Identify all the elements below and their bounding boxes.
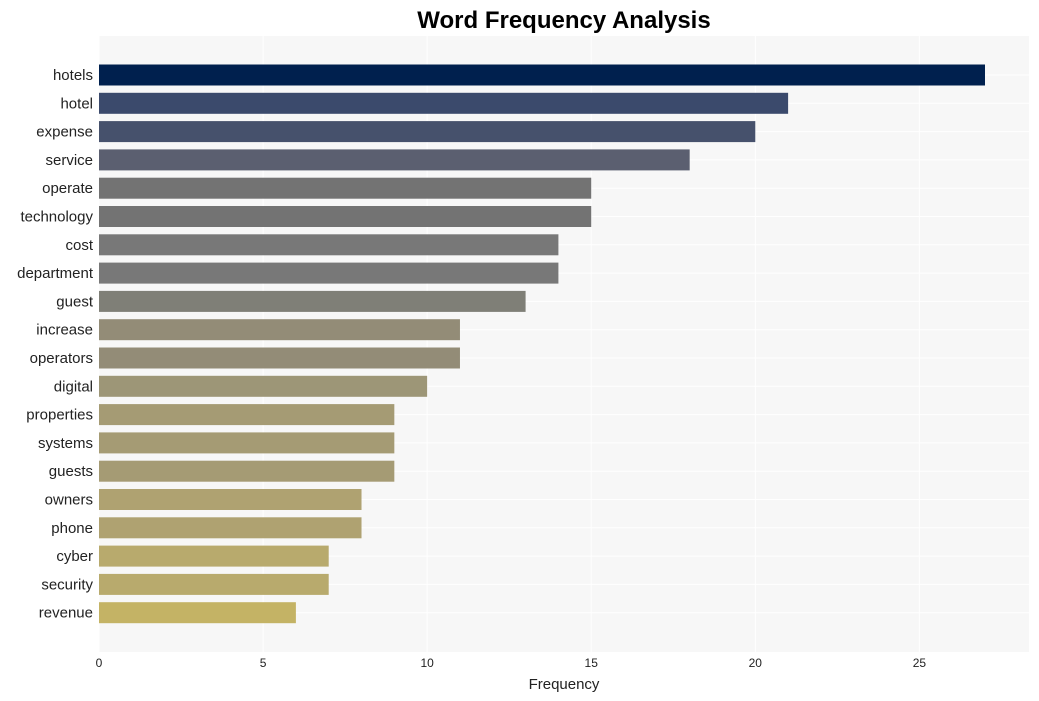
x-tick-label: 20 [749,656,763,670]
bar-properties [99,404,395,426]
y-label-guests: guests [49,463,93,480]
bar-digital [99,375,428,397]
bar-cost [99,234,559,256]
bar-owners [99,489,362,510]
y-label-security: security [41,576,93,593]
word-frequency-chart: hotels hotel expense service operate technolo… [17,7,1029,693]
chart-title: Word Frequency Analysis [417,7,710,34]
bar-increase [99,319,460,341]
y-label-digital: digital [54,378,93,395]
y-label-hotel: hotel [60,95,93,112]
bar-hotel [99,92,789,114]
y-label-technology: technology [20,209,93,226]
x-tick-label: 15 [585,656,599,670]
bar-department [99,262,559,284]
y-label-owners: owners [45,492,93,509]
y-label-operators: operators [30,350,93,367]
bar-expense [99,121,756,143]
x-tick-label: 10 [420,656,434,670]
y-label-expense: expense [36,124,93,141]
y-label-revenue: revenue [39,605,93,622]
bar-operate [99,177,592,199]
y-axis-labels: hotels hotel expense service operate technolo… [17,67,94,622]
y-label-cost: cost [65,237,93,254]
y-label-hotels: hotels [53,67,93,84]
bar-guest [99,290,526,312]
y-label-cyber: cyber [56,548,93,565]
y-label-phone: phone [51,520,93,537]
y-label-increase: increase [36,322,93,339]
bar-security [99,573,329,595]
bar-service [99,149,690,171]
y-label-operate: operate [42,180,93,197]
y-label-systems: systems [38,435,93,452]
bar-hotels [99,64,985,86]
x-axis-ticks: 0 5 10 15 20 25 [96,656,927,670]
y-label-properties: properties [26,407,93,424]
x-tick-label: 5 [260,656,267,670]
bar-operators [99,347,460,369]
y-label-guest: guest [56,293,94,310]
y-label-department: department [17,265,94,282]
y-label-service: service [45,152,93,169]
bar-guests [99,460,395,482]
x-tick-label: 25 [913,656,927,670]
bar-technology [99,206,592,227]
bar-cyber [99,545,329,567]
bar-phone [99,517,362,539]
bar-revenue [99,602,296,624]
x-tick-label: 0 [96,656,103,670]
x-axis-label: Frequency [529,676,600,693]
bar-systems [99,432,395,454]
